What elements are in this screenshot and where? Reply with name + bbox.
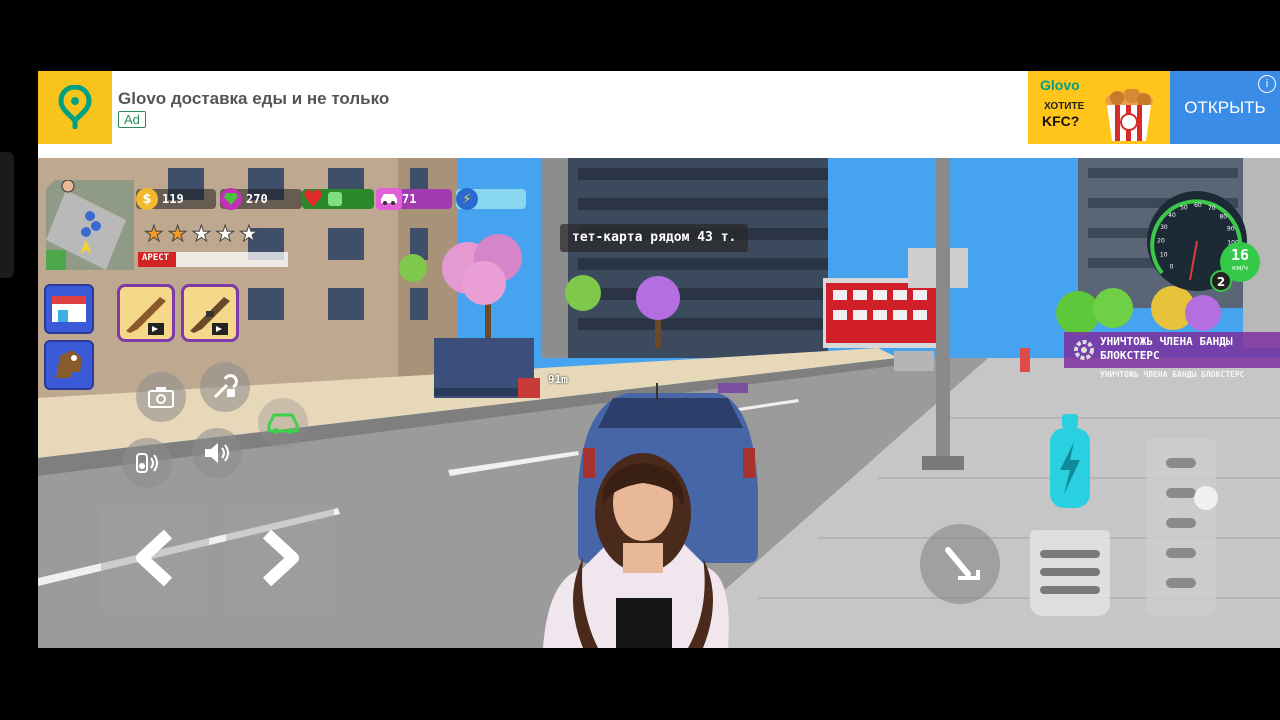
speedometer-tick-label: 0 bbox=[1170, 264, 1174, 271]
energy-counter: 71 bbox=[376, 188, 452, 210]
target-distance: 91m bbox=[548, 373, 568, 386]
gem-icon bbox=[220, 188, 242, 210]
ad-creative-line2: KFC? bbox=[1042, 113, 1080, 129]
brake-pedal-button[interactable] bbox=[1022, 528, 1118, 618]
ad-badge: Ad bbox=[118, 111, 146, 128]
speedometer-tick-label: 30 bbox=[1160, 224, 1168, 231]
handbrake-icon bbox=[945, 547, 980, 580]
lightning-icon: ⚡ bbox=[456, 188, 478, 210]
steer-right-button[interactable] bbox=[226, 504, 334, 612]
horn-button[interactable] bbox=[122, 438, 172, 488]
rifle-icon bbox=[190, 297, 230, 335]
camera-icon bbox=[148, 387, 174, 408]
horse-button[interactable] bbox=[44, 340, 94, 390]
speedometer-tick-label: 40 bbox=[1168, 212, 1176, 219]
mission-banner: УНИЧТОЖЬ ЧЛЕНА БАНДЫ БЛОКСТЕРС bbox=[1064, 332, 1280, 368]
speedometer-tick-label: 90 bbox=[1227, 225, 1235, 232]
star-filled-icon: ★ bbox=[144, 222, 165, 247]
health-bar: ♥ bbox=[302, 185, 374, 213]
star-empty-icon: ★ bbox=[238, 222, 259, 247]
speaker-icon bbox=[205, 443, 229, 463]
tools-icon bbox=[213, 374, 238, 399]
gear-indicator: 2 bbox=[1210, 270, 1232, 292]
side-panel-handle[interactable] bbox=[0, 152, 14, 278]
game-viewport[interactable]: 119 $ 270 ♥ 71 ⚡ ★ ★ ★ ★ ★ АРЕСТ тет-кар… bbox=[38, 158, 1280, 648]
speedometer-tick-label: 50 bbox=[1180, 205, 1188, 212]
brake-pedal-icon bbox=[1040, 550, 1100, 594]
nitro-button[interactable] bbox=[1048, 414, 1092, 510]
speedometer-tick-label: 60 bbox=[1194, 202, 1202, 209]
star-filled-icon: ★ bbox=[167, 222, 188, 247]
coins-counter: 119 $ bbox=[136, 188, 216, 210]
gems-counter: 270 bbox=[220, 188, 302, 210]
ad-title[interactable]: Glovo доставка еды и не только bbox=[118, 89, 389, 109]
speed-value: 16 bbox=[1230, 246, 1250, 264]
car-outline-icon bbox=[267, 413, 299, 434]
glovo-logo-icon bbox=[38, 71, 112, 144]
ad-info-icon[interactable]: i bbox=[1258, 75, 1276, 93]
sound-button[interactable] bbox=[192, 428, 242, 478]
gas-pedal-button[interactable] bbox=[1138, 436, 1224, 618]
coin-icon: $ bbox=[136, 188, 158, 210]
shop-icon bbox=[52, 296, 86, 322]
ad-creative-image[interactable]: Glovo ХОТИТЕ KFC? bbox=[1028, 71, 1170, 144]
weapon-slot-1[interactable] bbox=[117, 284, 175, 342]
exit-car-button[interactable] bbox=[258, 398, 308, 448]
speedometer-tick-label: 80 bbox=[1219, 213, 1227, 220]
steer-left-button[interactable] bbox=[101, 504, 209, 612]
speedometer-tick-label: 20 bbox=[1157, 238, 1165, 245]
chevron-left-icon bbox=[136, 529, 173, 587]
tools-button[interactable] bbox=[200, 362, 250, 412]
heart-icon: ♥ bbox=[302, 185, 324, 213]
speedometer-tick-label: 70 bbox=[1208, 205, 1216, 212]
speedometer-tick-label: 10 bbox=[1160, 252, 1168, 259]
handbrake-button[interactable] bbox=[920, 524, 1000, 604]
nitro-bottle-icon bbox=[1062, 414, 1078, 428]
chevron-right-icon bbox=[262, 529, 299, 587]
mission-title: УНИЧТОЖЬ ЧЛЕНА БАНДЫ БЛОКСТЕРС bbox=[1100, 335, 1233, 362]
rifle-icon bbox=[126, 297, 166, 335]
ad-creative-brand: Glovo bbox=[1040, 77, 1080, 93]
minimap-icon bbox=[46, 180, 134, 270]
horse-icon bbox=[56, 350, 82, 378]
ad-banner[interactable]: Glovo доставка еды и не только Ad Glovo … bbox=[38, 71, 1280, 158]
ad-creative-line1: ХОТИТЕ bbox=[1044, 101, 1085, 112]
mission-subtext: УНИЧТОЖЬ ЧЛЕНА БАНДЫ БЛОКСТЕРС bbox=[1100, 370, 1245, 379]
gear-icon bbox=[1074, 340, 1094, 360]
minimap[interactable] bbox=[46, 180, 134, 270]
wanted-stars: ★ ★ ★ ★ ★ bbox=[144, 222, 260, 247]
star-empty-icon: ★ bbox=[215, 222, 236, 247]
shop-button[interactable] bbox=[44, 284, 94, 334]
weapon-slot-2[interactable] bbox=[181, 284, 239, 342]
camera-button[interactable] bbox=[136, 372, 186, 422]
kfc-bucket-icon bbox=[1105, 89, 1153, 141]
star-empty-icon: ★ bbox=[191, 222, 212, 247]
arrest-label: АРЕСТ bbox=[142, 253, 170, 263]
car-icon bbox=[376, 188, 402, 210]
horn-icon bbox=[136, 453, 158, 473]
boost-bar: ⚡ bbox=[456, 188, 526, 210]
arrest-meter: АРЕСТ bbox=[138, 252, 288, 267]
hint-message: тет-карта рядом 43 т. bbox=[560, 224, 749, 252]
